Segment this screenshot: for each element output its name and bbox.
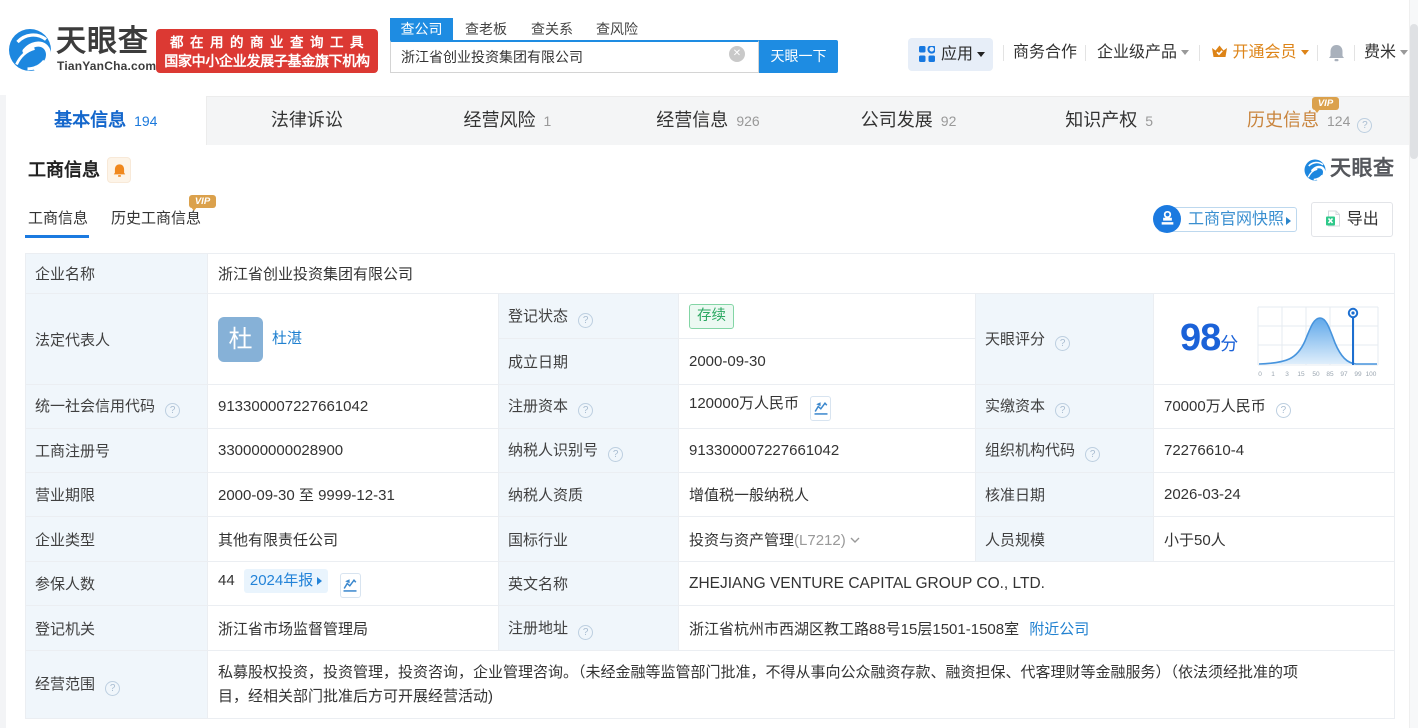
svg-text:85: 85 — [1326, 371, 1334, 378]
svg-text:0: 0 — [1258, 371, 1262, 378]
svg-text:97: 97 — [1340, 371, 1348, 378]
svg-text:1: 1 — [1271, 371, 1275, 378]
svg-text:50: 50 — [1312, 371, 1320, 378]
svg-text:15: 15 — [1297, 371, 1305, 378]
svg-text:100: 100 — [1366, 371, 1377, 378]
svg-text:3: 3 — [1285, 371, 1289, 378]
svg-text:99: 99 — [1354, 371, 1362, 378]
